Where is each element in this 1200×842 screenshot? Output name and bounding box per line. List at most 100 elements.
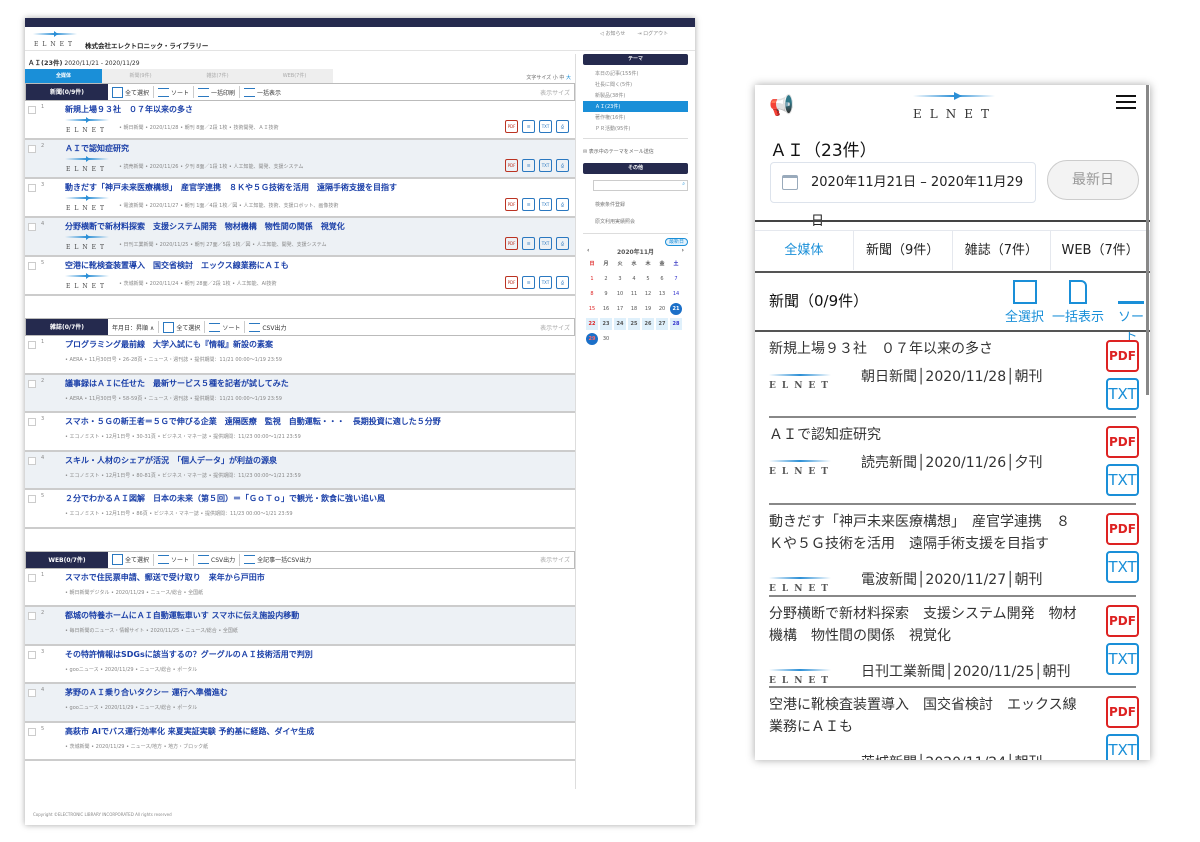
theme-item[interactable]: 社長に聞く(5件) (583, 79, 688, 90)
txt-icon[interactable]: TXT (539, 237, 552, 250)
row-checkbox[interactable] (28, 727, 36, 736)
row-checkbox[interactable] (28, 262, 36, 270)
search-icon[interactable]: ⌕ (682, 181, 685, 187)
row-checkbox[interactable] (28, 341, 36, 349)
row-checkbox[interactable] (28, 612, 36, 620)
txt-icon[interactable]: TXT (539, 159, 552, 172)
row-checkbox[interactable] (28, 223, 36, 231)
latest-date-button[interactable]: 最新日 (1047, 160, 1139, 200)
calendar-day[interactable]: 22 (586, 318, 598, 330)
calendar-day[interactable]: 25 (628, 318, 640, 330)
txt-button[interactable]: TXT (1106, 643, 1139, 675)
select-all-button[interactable]: 全て選択 (159, 321, 206, 333)
calendar-day[interactable]: 30 (600, 333, 612, 345)
calendar-day[interactable]: 7 (670, 273, 682, 285)
tab-newspaper[interactable]: 新聞(9件) (102, 69, 179, 83)
calendar-day[interactable]: 11 (628, 288, 640, 300)
article-title[interactable]: 空港に靴検査装置導入 国交省検討 エックス線業務にＡＩも (769, 688, 1079, 738)
txt-button[interactable]: TXT (1106, 378, 1139, 410)
display-size[interactable]: 表示サイズ (540, 323, 574, 332)
calendar-day[interactable]: 21 (670, 303, 682, 315)
calendar-day[interactable]: 26 (642, 318, 654, 330)
calendar-day[interactable]: 23 (600, 318, 612, 330)
pdf-icon[interactable]: PDF (505, 237, 518, 250)
megaphone-icon[interactable]: 📢 (769, 93, 794, 117)
show-all-button[interactable]: 一括表示 (1052, 280, 1104, 325)
font-medium[interactable]: 中 (559, 75, 564, 81)
list-item[interactable]: 空港に靴検査装置導入 国交省検討 エックス線業務にＡＩもELNET茨城新聞│20… (769, 688, 1139, 760)
article-title[interactable]: 分野横断で新材料探索 支援システム開発 物材機構 物性間の関係 視覚化 (769, 597, 1079, 647)
order-select[interactable]: 年月日：昇順 ∧ (108, 321, 160, 333)
article-title[interactable]: ＡＩで認知症研究 (769, 418, 1079, 446)
pdf-icon[interactable]: PDF (505, 276, 518, 289)
pdf-button[interactable]: PDF (1106, 696, 1139, 728)
calendar-day[interactable]: 5 (642, 273, 654, 285)
tab-all-media[interactable]: 全媒体 (25, 69, 102, 83)
usage-history-link[interactable]: 原文利用実績照会 (583, 208, 688, 234)
hamburger-menu-icon[interactable] (1116, 95, 1136, 109)
article-title-link[interactable]: 茅野のＡＩ乗り合いタクシー 運行へ準備進む (65, 687, 575, 698)
csv-button[interactable]: CSV出力 (245, 321, 290, 333)
txt-button[interactable]: TXT (1106, 734, 1139, 760)
notice-link[interactable]: ◁ お知らせ (600, 30, 625, 37)
calendar-day[interactable]: 18 (628, 303, 640, 315)
txt-icon[interactable]: TXT (539, 276, 552, 289)
calendar-day[interactable]: 15 (586, 303, 598, 315)
list-item[interactable]: 分野横断で新材料探索 支援システム開発 物材機構 物性間の関係 視覚化 ELNET… (769, 597, 1139, 688)
calendar-day[interactable]: 3 (614, 273, 626, 285)
theme-item[interactable]: 新製品(38件) (583, 90, 688, 101)
calendar-day[interactable]: 1 (586, 273, 598, 285)
article-title-link[interactable]: ＡＩで認知症研究 (65, 143, 575, 154)
calendar-day[interactable]: 19 (642, 303, 654, 315)
print-icon[interactable]: ⎙ (556, 237, 569, 250)
elnet-logo[interactable]: ELNET (913, 92, 995, 121)
article-title-link[interactable]: スマホ・５Ｇの新王者＝５Ｇで伸びる企業 遠隔医療 監視 自動運転・・・ 長期投資… (65, 416, 575, 427)
list-icon[interactable]: ☰ (522, 276, 535, 289)
article-title-link[interactable]: その特許情報はSDGsに該当するの？グーグルのＡＩ技術活用で判別 (65, 649, 575, 660)
row-checkbox[interactable] (28, 418, 36, 426)
calendar-day[interactable]: 29 (586, 333, 598, 345)
article-title-link[interactable]: 空港に靴検査装置導入 国交省検討 エックス線業務にＡＩも (65, 260, 575, 271)
calendar-day[interactable]: 17 (614, 303, 626, 315)
pdf-icon[interactable]: PDF (505, 159, 518, 172)
tab-web[interactable]: WEB(7件) (256, 69, 333, 83)
pdf-button[interactable]: PDF (1106, 513, 1139, 545)
row-checkbox[interactable] (28, 689, 36, 697)
calendar-day[interactable]: 27 (656, 318, 668, 330)
row-checkbox[interactable] (28, 573, 36, 582)
sort-button[interactable]: ソート (154, 553, 195, 566)
list-item[interactable]: 動きだす「神戸未来医療構想」 産官学連携 ８Ｋや５Ｇ技術を活用 遠隔手術支援を目… (769, 505, 1139, 597)
txt-button[interactable]: TXT (1106, 551, 1139, 583)
list-item[interactable]: 新規上場９３社 ０７年以来の多さ ELNET 朝日新聞│2020/11/28│朝刊 P… (769, 332, 1139, 418)
pdf-button[interactable]: PDF (1106, 340, 1139, 372)
tab-magazine[interactable]: 雑誌（7件） (953, 231, 1052, 270)
latest-date-button[interactable]: 最新日 (664, 238, 688, 246)
calendar-day[interactable]: 8 (586, 288, 598, 300)
print-icon[interactable]: ⎙ (556, 159, 569, 172)
row-checkbox[interactable] (28, 145, 36, 153)
calendar-day[interactable]: 12 (642, 288, 654, 300)
calendar-day[interactable]: 16 (600, 303, 612, 315)
sidebar-search-input[interactable]: ⌕ (593, 180, 688, 191)
list-item[interactable]: ＡＩで認知症研究 ELNET 読売新聞│2020/11/26│夕刊 PDF TXT (769, 418, 1139, 505)
theme-item[interactable]: 本日の記事(155件) (583, 68, 688, 79)
article-title-link[interactable]: 高萩市 AIでバス運行効率化 来夏実証実験 予約基に経路、ダイヤ生成 (65, 726, 575, 737)
theme-item[interactable]: 著作権(16件) (583, 112, 688, 123)
calendar-day[interactable]: 10 (614, 288, 626, 300)
theme-item[interactable]: ＰＲ活動(95件) (583, 123, 688, 134)
tab-all-media[interactable]: 全媒体 (755, 231, 854, 270)
list-icon[interactable]: ☰ (522, 159, 535, 172)
txt-button[interactable]: TXT (1106, 464, 1139, 496)
calendar-day[interactable]: 13 (656, 288, 668, 300)
txt-icon[interactable]: TXT (539, 120, 552, 133)
sort-button[interactable]: ソート (154, 86, 195, 98)
pdf-button[interactable]: PDF (1106, 426, 1139, 458)
article-title-link[interactable]: 議事録はＡＩに任せた 最新サービス５種を記者が試してみた (65, 378, 575, 389)
date-range-input[interactable]: 2020年11月21日 – 2020年11月29日 (770, 162, 1036, 229)
select-all-button[interactable]: 全て選択 (108, 86, 155, 98)
print-icon[interactable]: ⎙ (556, 276, 569, 289)
article-title[interactable]: 新規上場９３社 ０７年以来の多さ (769, 332, 1079, 360)
pdf-button[interactable]: PDF (1106, 605, 1139, 637)
row-checkbox[interactable] (28, 184, 36, 192)
row-checkbox[interactable] (28, 456, 36, 465)
